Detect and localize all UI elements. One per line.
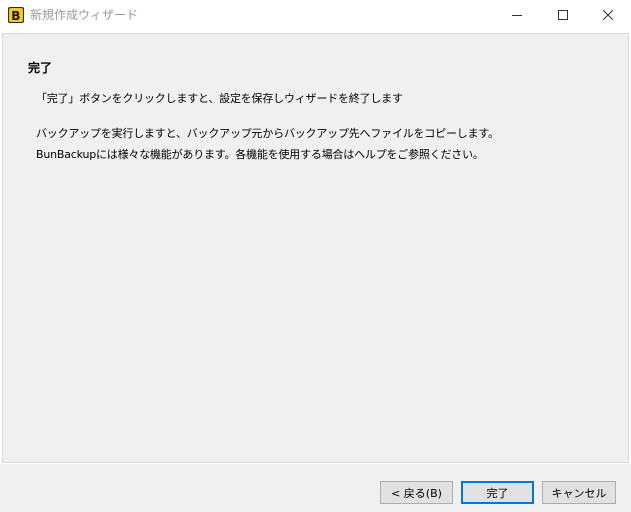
close-button[interactable] — [585, 0, 631, 29]
bunbackup-logo-icon: B — [8, 7, 24, 23]
page-heading: 完了 — [28, 61, 53, 75]
maximize-icon — [558, 5, 568, 24]
wizard-window: B 新規作成ウィザード 完了 「完了」ボタンをクリックしますと、設定を保存しウィ… — [0, 0, 631, 512]
maximize-button[interactable] — [540, 0, 586, 29]
finish-button[interactable]: 完了 — [461, 481, 534, 504]
cancel-button[interactable]: キャンセル — [542, 481, 616, 504]
minimize-button[interactable] — [494, 0, 540, 29]
button-bar: < 戻る(B) 完了 キャンセル — [0, 464, 631, 512]
title-bar: B 新規作成ウィザード — [0, 0, 631, 31]
backup-description-text: バックアップを実行しますと、バックアップ元からバックアップ先へファイルをコピーし… — [36, 127, 499, 140]
finish-instruction-text: 「完了」ボタンをクリックしますと、設定を保存しウィザードを終了します — [36, 92, 403, 105]
close-icon — [602, 5, 614, 24]
window-title: 新規作成ウィザード — [30, 8, 139, 22]
svg-text:B: B — [11, 9, 20, 23]
back-button[interactable]: < 戻る(B) — [380, 481, 453, 504]
wizard-page-panel: 完了 「完了」ボタンをクリックしますと、設定を保存しウィザードを終了します バッ… — [2, 33, 629, 463]
features-help-text: BunBackupには様々な機能があります。各機能を使用する場合はヘルプをご参照… — [36, 148, 484, 161]
minimize-icon — [512, 5, 522, 24]
